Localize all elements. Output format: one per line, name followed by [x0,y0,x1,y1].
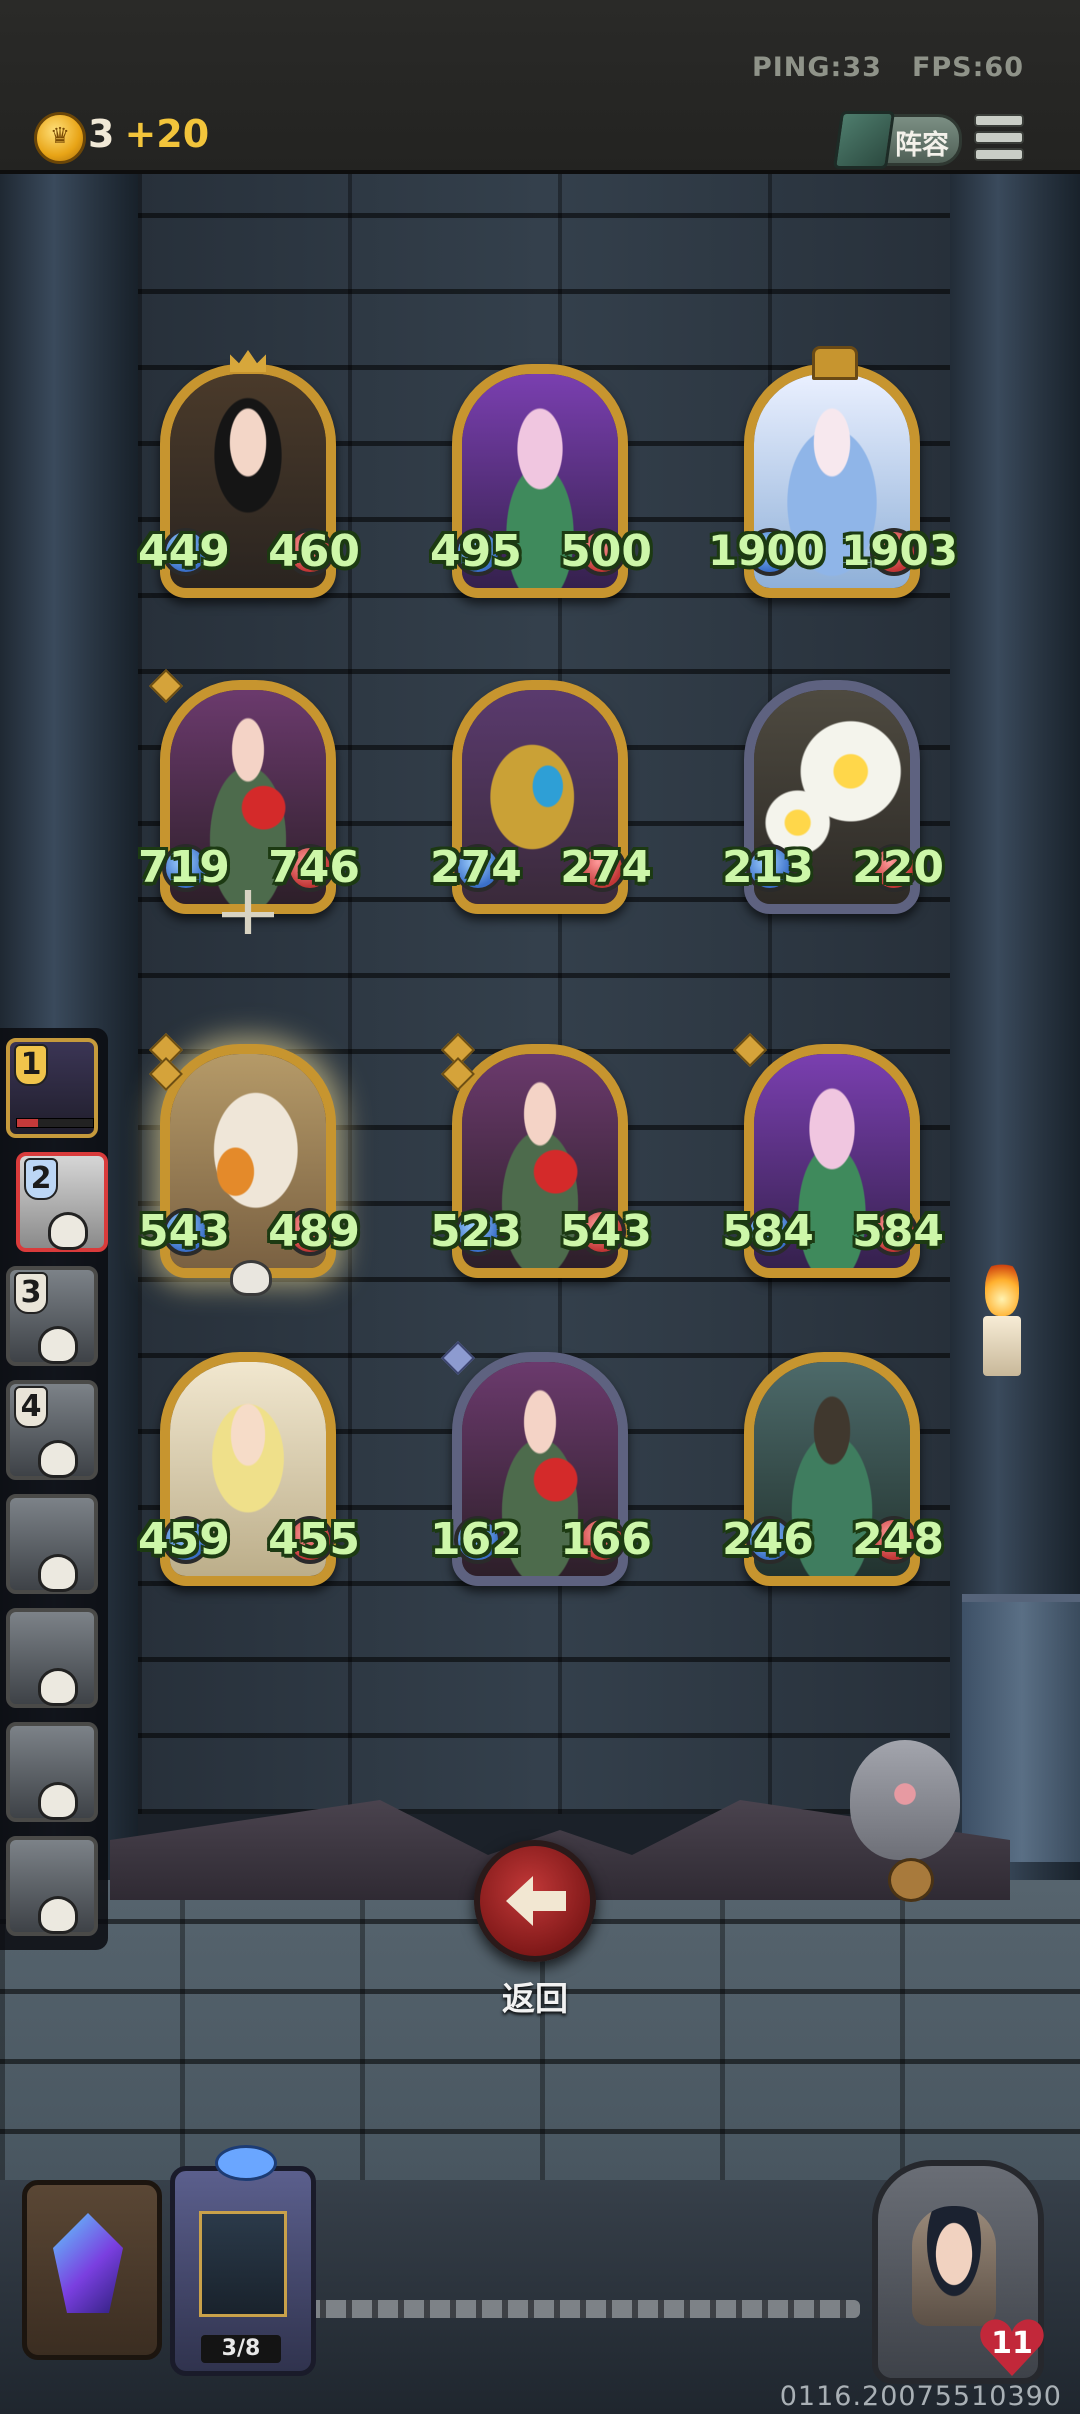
crystal-chest-button[interactable] [22,2180,162,2360]
hero-card-1[interactable]: 449 460 [138,350,360,598]
crystal-icon [53,2213,123,2313]
attack-value: 449 [138,526,230,577]
attack-value: 1900 [708,526,825,575]
avatar-portrait [912,2206,996,2326]
hero-card-3[interactable]: 1900 1903 [708,346,958,598]
pack-count: 3/8 [201,2335,281,2363]
attack-value: 162 [430,1514,522,1565]
skull-icon [38,1668,78,1706]
user-id: 0116.20075510390 [779,2381,1062,2412]
attack-value: 543 [138,1206,230,1257]
right-pillar [942,174,1080,1914]
gold-counter: 3 +20 [88,112,209,156]
roster-slot-3[interactable]: 3 [6,1266,98,1366]
health-value: 1903 [841,526,958,575]
skull-icon [38,1326,78,1364]
roster-slot-1[interactable]: 1 [6,1038,98,1138]
health-value: 500 [560,526,652,577]
chain-decoration [300,2300,860,2318]
skull-icon [38,1440,78,1478]
skull-icon [48,1212,88,1250]
book-icon [832,111,896,169]
attack-value: 274 [430,842,522,893]
health-value: 455 [268,1514,360,1565]
fps-text: FPS:60 [911,52,1024,83]
skull-icon [38,1554,78,1592]
rank-badge: 3 [14,1272,48,1314]
health-bar [16,1118,94,1128]
lineup-label: 阵容 [895,130,949,161]
hero-card-9[interactable]: 584 584 [722,1033,944,1278]
hero-card-11[interactable]: 162 166 [430,1341,652,1586]
attack-value: 246 [722,1514,814,1565]
spellbook-icon [199,2211,287,2317]
menu-button[interactable] [974,110,1024,161]
health-value: 489 [268,1206,360,1257]
torch-flame-icon [985,1260,1019,1316]
roster-slot-5[interactable] [6,1494,98,1594]
hero-card-7[interactable]: 543 489 [138,1033,360,1296]
health-value: 166 [560,1514,652,1565]
attack-value: 584 [722,1206,814,1257]
health-value: 248 [852,1514,944,1565]
attack-value: 719 [138,842,230,893]
lineup-button[interactable]: 阵容 [832,111,962,169]
hero-card-5[interactable]: 274 274 [430,680,652,914]
frame-topper-icon [812,346,858,380]
hero-card-2[interactable]: 495 500 [430,364,652,598]
roster-slot-6[interactable] [6,1608,98,1708]
performance-readout: PING:33 FPS:60 [722,52,1024,83]
skull-icon [38,1896,78,1934]
rank-badge: 1 [14,1044,48,1086]
rank-badge: 4 [14,1386,48,1428]
rank-badge: 2 [24,1158,58,1200]
top-bar: PING:33 FPS:60 ♛ 3 +20 阵容 [0,0,1080,174]
gold-amount: 3 [88,112,115,156]
opponent-roster: 1 2 3 4 [0,1028,108,1950]
skull-icon [230,1260,272,1296]
health-value: 584 [852,1206,944,1257]
roster-slot-8[interactable] [6,1836,98,1936]
roster-slot-2[interactable]: 2 [16,1152,108,1252]
back-arrow-icon [506,1876,566,1926]
gold-income: +20 [124,112,210,156]
hero-card-10[interactable]: 459 455 [138,1352,360,1586]
back-label: 返回 [502,1979,568,2018]
gold-coin-icon: ♛ [34,112,86,164]
bow-icon [215,2145,277,2181]
attack-value: 523 [430,1206,522,1257]
skull-icon [38,1782,78,1820]
health-value: 543 [560,1206,652,1257]
item-pack-button[interactable]: 3/8 [170,2145,316,2376]
menu-icon [974,114,1024,127]
roster-slot-7[interactable] [6,1722,98,1822]
ping-text: PING:33 [751,52,882,83]
health-value: 220 [852,842,944,893]
health-value: 460 [268,526,360,577]
back-button[interactable] [474,1840,596,1962]
hero-card-8[interactable]: 523 543 [430,1033,652,1278]
health-value: 746 [268,842,360,893]
hero-card-6[interactable]: 213 220 [722,680,944,914]
attack-value: 459 [138,1514,230,1565]
health-value: 274 [560,842,652,893]
candle [983,1316,1021,1376]
attack-value: 213 [722,842,814,893]
hero-card-4[interactable]: 719 746 [138,669,360,934]
attack-value: 495 [430,526,522,577]
bat-mascot[interactable] [850,1740,960,1902]
hero-card-12[interactable]: 246 248 [722,1352,944,1586]
roster-slot-4[interactable]: 4 [6,1380,98,1480]
